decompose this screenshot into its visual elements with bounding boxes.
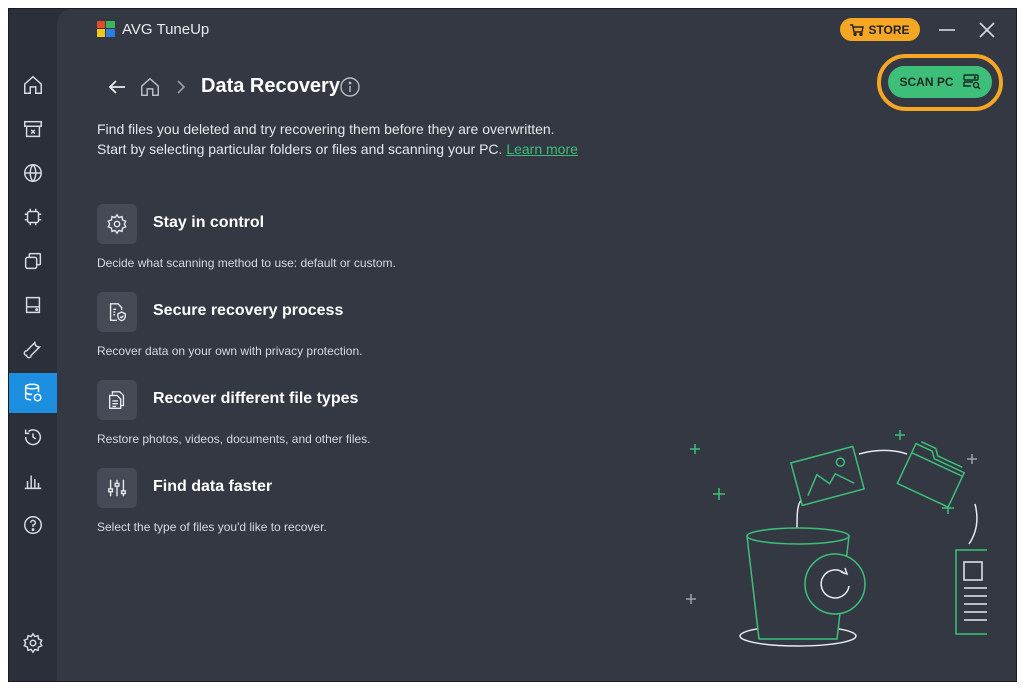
photo-icon	[789, 445, 866, 507]
sliders-icon	[108, 479, 126, 497]
feature-title: Find data faster	[153, 478, 273, 495]
sparkle-icon	[967, 454, 977, 464]
recovery-illustration	[686, 430, 987, 647]
title-bar: AVG TuneUp STORE	[57, 9, 1016, 49]
help-icon	[24, 516, 42, 534]
sidebar-item-settings[interactable]	[9, 623, 57, 663]
scan-drive-icon	[962, 74, 980, 90]
document-icon	[955, 549, 987, 635]
page-title: Data Recovery	[201, 75, 340, 97]
feature-icon-box	[97, 292, 137, 332]
archive-icon	[24, 120, 42, 138]
history-icon	[24, 429, 41, 446]
app-window: AVG TuneUp STORE Data Recovery SCAN PC F…	[8, 8, 1017, 682]
sparkle-icon	[690, 444, 700, 454]
intro-text: Find files you deleted and try recoverin…	[97, 119, 578, 159]
close-button[interactable]	[976, 19, 998, 41]
cart-icon	[850, 23, 865, 36]
feature-icon-box	[97, 380, 137, 420]
sidebar-item-stats[interactable]	[9, 461, 57, 501]
breadcrumb-home-icon[interactable]	[139, 76, 161, 98]
feature-description: Restore photos, videos, documents, and o…	[97, 432, 371, 446]
sparkle-icon	[895, 430, 905, 440]
chevron-right-icon	[177, 80, 186, 94]
feature-title: Recover different file types	[153, 390, 359, 407]
back-arrow-icon[interactable]	[107, 77, 127, 97]
feature-description: Decide what scanning method to use: defa…	[97, 256, 396, 270]
sidebar-item-maintenance[interactable]	[9, 109, 57, 149]
sidebar	[9, 9, 57, 681]
sidebar-item-disk[interactable]	[9, 285, 57, 325]
intro-line-2: Start by selecting particular folders or…	[97, 139, 578, 159]
intro-line-2-text: Start by selecting particular folders or…	[97, 141, 503, 157]
scan-pc-button[interactable]: SCAN PC	[888, 66, 992, 98]
info-icon[interactable]	[339, 76, 361, 98]
feature-icon-box	[97, 468, 137, 508]
globe-icon	[24, 164, 42, 182]
shield-document-icon	[109, 303, 126, 322]
scan-pc-label: SCAN PC	[899, 75, 954, 89]
folder-icon	[896, 440, 966, 509]
chip-icon	[24, 208, 42, 226]
feature-description: Recover data on your own with privacy pr…	[97, 344, 363, 358]
close-icon	[979, 22, 995, 38]
gear-icon	[107, 213, 127, 235]
feature-title: Secure recovery process	[153, 302, 344, 319]
store-button[interactable]: STORE	[840, 18, 920, 41]
sidebar-item-performance[interactable]	[9, 197, 57, 237]
sidebar-item-tools[interactable]	[9, 329, 57, 369]
feature-icon-box	[97, 204, 137, 244]
drive-icon	[25, 296, 41, 314]
restore-icon	[804, 553, 866, 615]
sidebar-item-home[interactable]	[9, 65, 57, 105]
sidebar-item-data-recovery[interactable]	[9, 373, 57, 413]
wrench-icon	[23, 341, 42, 359]
sidebar-item-apps[interactable]	[9, 241, 57, 281]
sparkle-icon	[713, 488, 725, 500]
minimize-button[interactable]	[936, 19, 958, 41]
feature-title: Stay in control	[153, 214, 265, 231]
sidebar-item-browser[interactable]	[9, 153, 57, 193]
data-recovery-icon	[24, 383, 42, 402]
avg-logo-icon	[97, 21, 115, 37]
sidebar-item-help[interactable]	[9, 505, 57, 545]
files-icon	[108, 391, 125, 409]
store-label: STORE	[868, 22, 910, 37]
sidebar-item-history[interactable]	[9, 417, 57, 457]
windows-icon	[24, 252, 42, 270]
learn-more-link[interactable]: Learn more	[506, 141, 578, 157]
main-panel: AVG TuneUp STORE Data Recovery SCAN PC F…	[57, 9, 1016, 681]
home-icon	[24, 75, 42, 94]
intro-line-1: Find files you deleted and try recoverin…	[97, 121, 555, 137]
chart-icon	[24, 475, 42, 490]
minimize-icon	[939, 29, 955, 31]
app-title: AVG TuneUp	[122, 21, 210, 38]
settings-icon	[23, 632, 43, 654]
feature-description: Select the type of files you'd like to r…	[97, 520, 327, 534]
sparkle-icon	[686, 594, 696, 604]
